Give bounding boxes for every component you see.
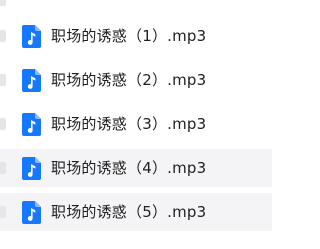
row-checkbox[interactable]: [0, 30, 6, 42]
partial-list-row[interactable]: [0, 0, 272, 8]
file-row[interactable]: 职场的诱惑（2）.mp3: [0, 61, 272, 99]
row-checkbox[interactable]: [0, 74, 6, 86]
file-row[interactable]: 职场的诱惑（5）.mp3: [0, 193, 272, 231]
row-checkbox[interactable]: [0, 118, 6, 130]
file-row[interactable]: 职场的诱惑（1）.mp3: [0, 17, 272, 55]
music-file-icon: [22, 201, 41, 224]
music-file-icon: [22, 113, 41, 136]
file-name[interactable]: 职场的诱惑（3）.mp3: [51, 105, 206, 143]
file-list: 职场的诱惑（1）.mp3 职场的诱惑（2）.mp3 职场的诱惑（3）.mp3 职…: [0, 0, 272, 249]
file-name[interactable]: 职场的诱惑（1）.mp3: [51, 17, 206, 55]
row-checkbox[interactable]: [0, 206, 6, 218]
file-row[interactable]: 职场的诱惑（3）.mp3: [0, 105, 272, 143]
music-file-icon: [22, 157, 41, 180]
row-checkbox[interactable]: [0, 0, 6, 6]
file-row[interactable]: 职场的诱惑（4）.mp3: [0, 149, 272, 187]
file-name[interactable]: 职场的诱惑（4）.mp3: [51, 149, 206, 187]
file-name[interactable]: 职场的诱惑（5）.mp3: [51, 193, 206, 231]
music-file-icon: [22, 25, 41, 48]
row-checkbox[interactable]: [0, 162, 6, 174]
file-name[interactable]: 职场的诱惑（2）.mp3: [51, 61, 206, 99]
music-file-icon: [22, 69, 41, 92]
